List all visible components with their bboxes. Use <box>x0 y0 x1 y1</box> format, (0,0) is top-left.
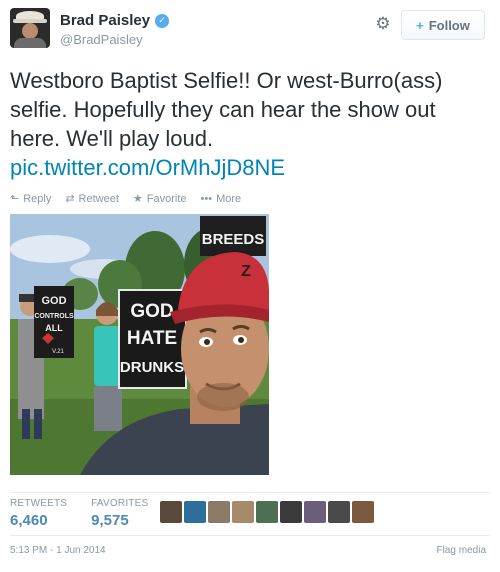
retweet-icon: ⇄ <box>65 193 75 205</box>
sign-center-line3: DRUNKS <box>120 359 184 376</box>
sign-center-line2: HATE <box>127 328 177 349</box>
selfie-photo-illustration: BREEDS GOD CONTROLS ALL V.21 GOD HATE DR… <box>10 214 269 475</box>
sign-center-line1: GOD <box>130 301 173 322</box>
more-action[interactable]: ••• More <box>201 192 242 205</box>
cap-logo-text: Z <box>241 263 251 280</box>
favorites-stat[interactable]: FAVORITES 9,575 <box>91 498 148 529</box>
tweet-timestamp[interactable]: 5:13 PM - 1 Jun 2014 <box>10 545 106 556</box>
sign-left-line4: V.21 <box>52 349 64 355</box>
favoriter-avatar[interactable] <box>352 501 374 523</box>
more-label: More <box>216 192 242 205</box>
favoriter-avatar[interactable] <box>160 501 182 523</box>
favoriter-avatar[interactable] <box>328 501 350 523</box>
retweet-action[interactable]: ⇄ Retweet <box>65 192 119 206</box>
favorites-label: FAVORITES <box>91 498 149 509</box>
tweet-photo[interactable]: BREEDS GOD CONTROLS ALL V.21 GOD HATE DR… <box>10 214 269 475</box>
avatar-face <box>22 23 38 39</box>
favoriter-avatar[interactable] <box>256 501 278 523</box>
favoriter-avatar[interactable] <box>232 501 254 523</box>
reply-label: Reply <box>23 192 52 205</box>
gear-icon[interactable]: ⚙ <box>374 15 392 33</box>
tweet-actions: ⬑ Reply ⇄ Retweet ★ Favorite ••• More <box>10 192 242 206</box>
favorites-value: 9,575 <box>91 512 129 529</box>
reply-action[interactable]: ⬑ Reply <box>10 192 52 206</box>
tweet-stats: RETWEETS 6,460 FAVORITES 9,575 <box>10 498 148 529</box>
stats-top-divider <box>10 492 490 493</box>
user-handle[interactable]: @BradPaisley <box>60 32 143 47</box>
verified-badge-icon: ✓ <box>155 13 170 28</box>
follow-plus-icon: + <box>416 17 424 33</box>
tweet-card: Brad Paisley ✓ @BradPaisley ⚙ + Follow W… <box>0 0 500 572</box>
retweets-stat[interactable]: RETWEETS 6,460 <box>10 498 67 529</box>
avatar-shirt <box>14 38 46 48</box>
stats-bottom-divider <box>10 535 490 536</box>
user-avatar[interactable] <box>10 8 50 48</box>
user-name-row: Brad Paisley ✓ <box>60 12 170 29</box>
sign-left-line2: CONTROLS <box>34 313 74 320</box>
follow-button-label: Follow <box>428 17 470 33</box>
favorite-label: Favorite <box>146 192 187 205</box>
tweet-text: Westboro Baptist Selfie!! Or west-Burro(… <box>10 66 490 182</box>
retweet-label: Retweet <box>78 192 119 205</box>
retweets-label: RETWEETS <box>10 498 68 509</box>
sign-breeds-text: BREEDS <box>202 231 265 248</box>
tweet-body: Westboro Baptist Selfie!! Or west-Burro(… <box>10 68 443 151</box>
reply-icon: ⬑ <box>10 193 20 205</box>
more-dots-icon: ••• <box>200 192 213 205</box>
sign-left-line3: ALL <box>45 323 63 333</box>
favoriter-avatar[interactable] <box>280 501 302 523</box>
favorite-action[interactable]: ★ Favorite <box>132 192 187 206</box>
follow-button[interactable]: + Follow <box>401 10 485 40</box>
favoriter-avatar[interactable] <box>304 501 326 523</box>
favoriting-users-avatars <box>160 501 374 523</box>
retweets-value: 6,460 <box>10 512 48 529</box>
tweet-media-link[interactable]: pic.twitter.com/OrMhJjD8NE <box>10 155 285 180</box>
sign-left-line1: GOD <box>41 295 66 307</box>
favorite-star-icon: ★ <box>132 193 143 205</box>
favoriter-avatar[interactable] <box>208 501 230 523</box>
flag-media-link[interactable]: Flag media <box>437 545 486 556</box>
favoriter-avatar[interactable] <box>184 501 206 523</box>
user-full-name[interactable]: Brad Paisley <box>60 12 150 29</box>
